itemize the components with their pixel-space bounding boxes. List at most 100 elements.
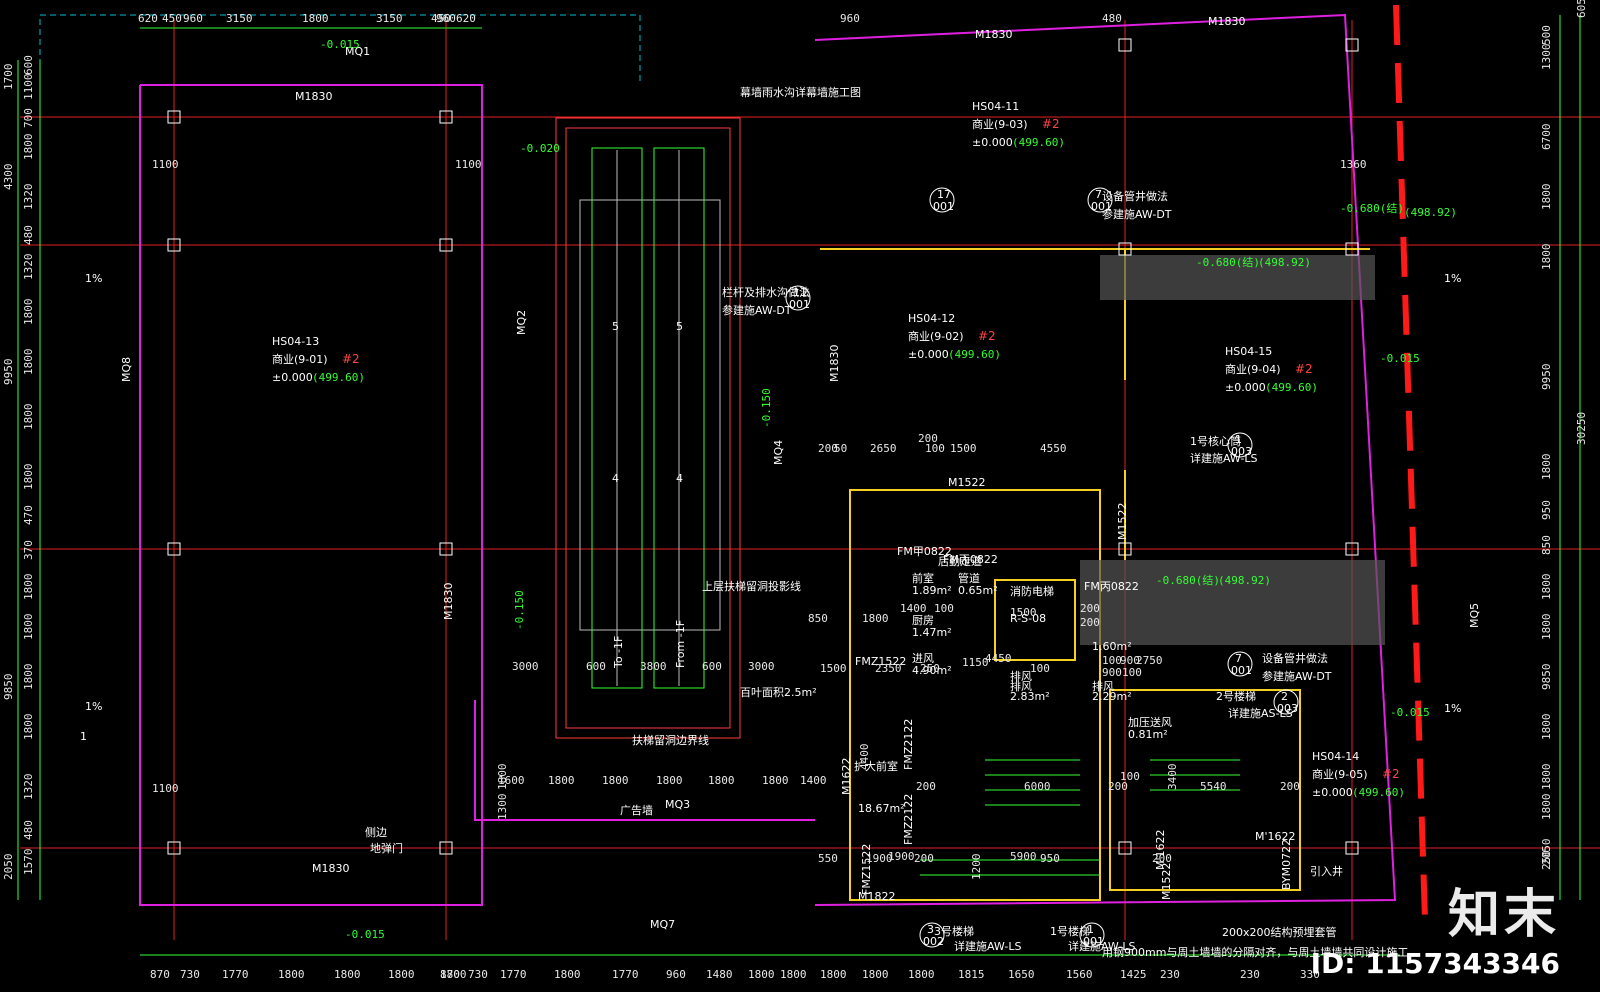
dimension-right: 850 (1540, 535, 1553, 555)
dimension-top: 960 (840, 12, 860, 25)
dimension-bottom: 1800 (820, 968, 847, 981)
dimension-left: 2050 (2, 854, 15, 881)
dimension-left: 1800 (22, 349, 35, 376)
dimension-inner: 3400 (1166, 764, 1179, 791)
dimension-inner: 550 (818, 852, 838, 865)
dimension-inner: 3000 (748, 660, 775, 673)
callout-ref: 001 (1231, 664, 1252, 677)
dimension-bottom: 1800 (908, 968, 935, 981)
door-label: M1830 (442, 583, 455, 621)
dimension-inner: 1800 (496, 764, 509, 791)
elevation-mark: -0.150 (760, 388, 773, 428)
dimension-inner: 1800 (708, 774, 735, 787)
grid-number: 1 (80, 730, 87, 743)
dimension-bottom: 1815 (958, 968, 985, 981)
dimension-inner: 200 (1080, 602, 1100, 615)
annotation-note: 参建施AW-DT (1262, 669, 1332, 683)
annotation-note: 设备管井做法 (1262, 651, 1328, 665)
small-room-label: 前室 (912, 571, 934, 585)
elevation-mark: (498.92) (1218, 574, 1271, 587)
dimension-right: 1800 (1540, 714, 1553, 741)
dimension-right: 1300 (1540, 44, 1553, 71)
annotation-note: 上层扶梯留洞投影线 (702, 579, 801, 593)
dimension-right: 1800 (1540, 244, 1553, 271)
escalator-label: To -1F (612, 636, 625, 669)
dimension-left: 1800 (22, 299, 35, 326)
room-elevation: ±0.000 (972, 136, 1013, 149)
annotation-note: 消防电梯 (1010, 584, 1054, 598)
dimension-inner: 4450 (985, 652, 1012, 665)
annotation-note: 2号楼梯 (1216, 689, 1256, 703)
elevation-mark: (498.92) (1258, 256, 1311, 269)
dimension-bottom: 1800 (862, 968, 889, 981)
dimension-bottom: 1650 (1008, 968, 1035, 981)
dimension-bottom: 1800 (388, 968, 415, 981)
annotation-note: 幕墙雨水沟详幕墙施工图 (740, 85, 861, 99)
room-use: 商业(9-04) (1225, 362, 1281, 376)
dimension-right: 1800 (1540, 184, 1553, 211)
dimension-bottom: 1800 (334, 968, 361, 981)
dimension-bottom: 960 (666, 968, 686, 981)
dimension-inner: 200 (1152, 852, 1172, 865)
dimension-inner: 250 (920, 662, 940, 675)
room-abs-elevation: (499.60) (312, 371, 365, 384)
room-id: HS04-11 (972, 100, 1019, 113)
dimension-left: 1800 (22, 664, 35, 691)
room-id: HS04-13 (272, 335, 319, 348)
small-room-label: 2.83m² (1010, 690, 1050, 703)
door-label: M1830 (295, 90, 333, 103)
dimension-inner: 50 (834, 442, 847, 455)
room-abs-elevation: (499.60) (1352, 786, 1405, 799)
wall-label: MQ4 (772, 440, 785, 465)
slope-mark: 1% (1444, 702, 1461, 715)
door-label: M1522 (1116, 503, 1129, 541)
dimension-bottom: 730 (468, 968, 488, 981)
room-mark: #2 (978, 329, 996, 343)
dimension-inner: 1900 (866, 852, 893, 865)
dimension-right: 250 (1540, 850, 1553, 870)
slope-mark: 1% (85, 272, 102, 285)
dimension-inner: 1100 (455, 158, 482, 171)
dimension-inner: 2350 (875, 662, 902, 675)
dimension-inner: 3800 (640, 660, 667, 673)
room-use: 商业(9-02) (908, 329, 964, 343)
door-label: BYM0722 (1280, 839, 1293, 890)
escalator-label: 4 (612, 472, 619, 485)
callout-ref: 001 (933, 200, 954, 213)
dimension-top: 3150 (376, 12, 403, 25)
dimension-left: 1800 (22, 714, 35, 741)
dimension-left: 1800 (22, 574, 35, 601)
dimension-bottom: 730 (180, 968, 200, 981)
annotation-note: 百叶面积2.5m² (740, 686, 817, 699)
dimension-inner: 850 (808, 612, 828, 625)
elevation-mark: -0.015 (1390, 706, 1430, 719)
small-room-label: 加压送风 (1128, 715, 1172, 729)
small-room-label: 2.29m² (1092, 690, 1132, 703)
columns (167, 38, 1359, 855)
dimension-right: 1800 (1540, 794, 1553, 821)
dimension-inner: 5900 (1010, 850, 1037, 863)
callout-ref: 003 (1277, 702, 1298, 715)
dimension-right: 1800 (1540, 614, 1553, 641)
dimension-bottom: 1800 (780, 968, 807, 981)
annotation-note: 广告墙 (620, 803, 653, 817)
dimension-left: 480 (22, 820, 35, 840)
dimension-right: 500 (1540, 25, 1553, 45)
dimension-left: 1320 (22, 184, 35, 211)
door-label: M1830 (975, 28, 1013, 41)
room-abs-elevation: (499.60) (1265, 381, 1318, 394)
dimension-left: 370 (22, 540, 35, 560)
dimension-left: 1800 (22, 134, 35, 161)
dimension-inner: 1800 (762, 774, 789, 787)
dimension-top: 1800 (302, 12, 329, 25)
elevation-mark: -0.680(结) (1340, 202, 1404, 215)
dimension-right: 30250 (1575, 412, 1588, 445)
dimension-inner: 900 (1102, 666, 1122, 679)
wall-label: MQ8 (120, 357, 133, 382)
dimension-left: 9850 (2, 674, 15, 701)
dimension-bottom: 1425 (1120, 968, 1147, 981)
door-label: FMZ2122 (902, 719, 915, 770)
stairs-hatch (920, 759, 1240, 876)
dimension-inner: 6000 (1024, 780, 1051, 793)
wall-label: MQ2 (515, 310, 528, 335)
